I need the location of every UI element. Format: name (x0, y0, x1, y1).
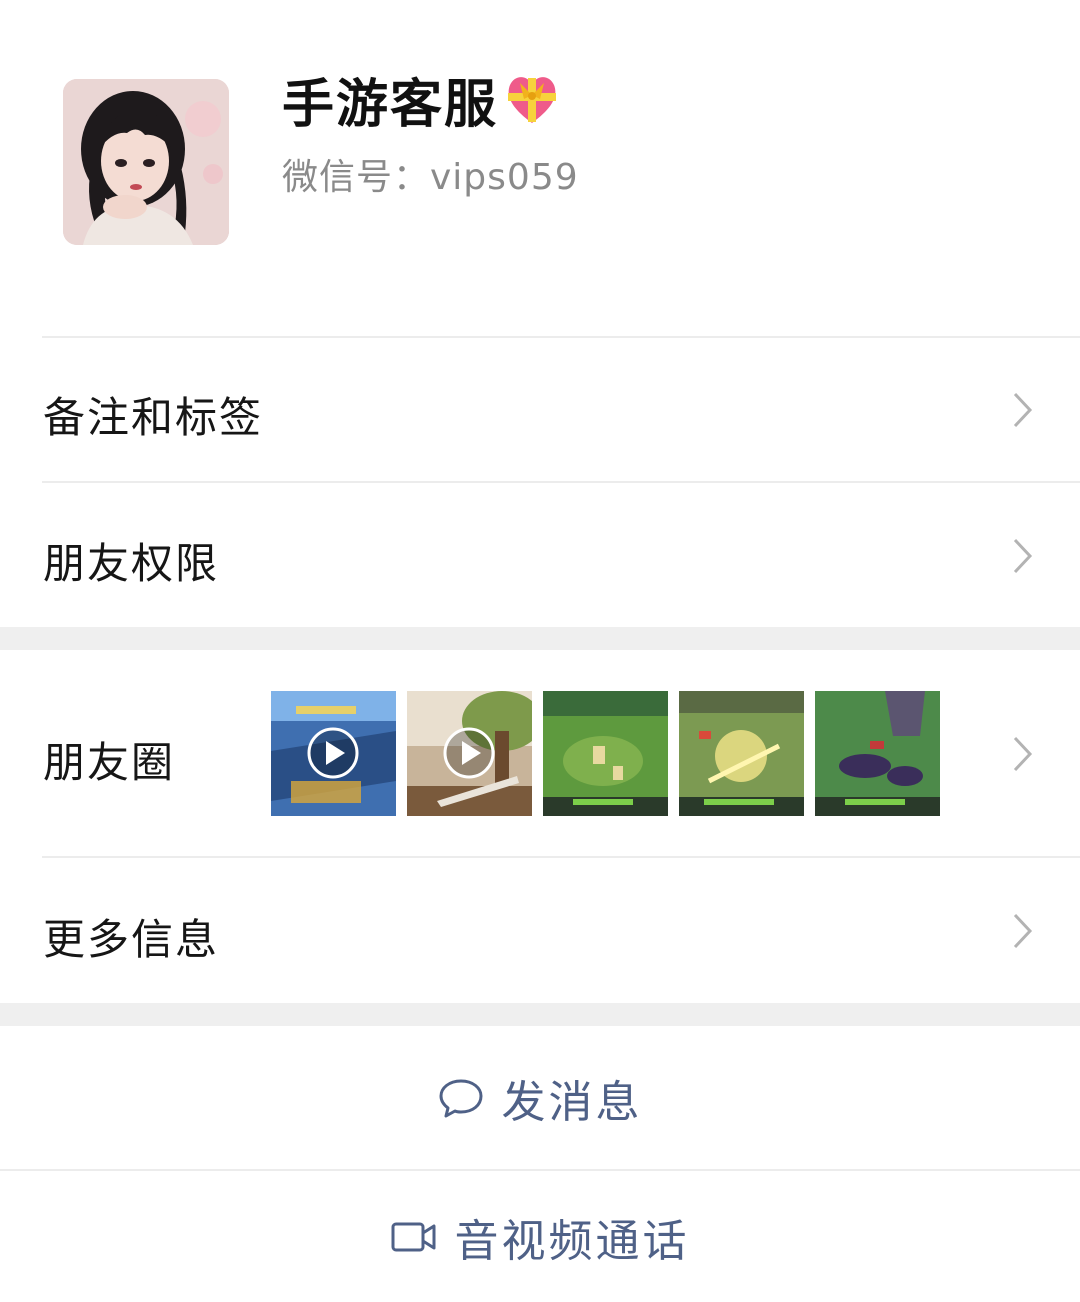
avatar-image (63, 79, 229, 245)
game-image-thumbnail (543, 691, 668, 816)
chevron-right-icon (1013, 913, 1033, 949)
moments-thumbnails (271, 691, 940, 816)
chat-bubble-icon (439, 1079, 482, 1117)
contact-name: 手游客服 (282, 74, 499, 135)
moments-label: 朋友圈 (43, 738, 176, 787)
chevron-right-icon (1013, 538, 1033, 574)
moment-thumbnail[interactable] (543, 691, 668, 816)
section-gap (0, 627, 1080, 650)
game-video-thumbnail (407, 691, 532, 816)
heart-ribbon-icon (508, 77, 557, 123)
friend-permissions-row[interactable]: 朋友权限 (0, 483, 1080, 627)
section-gap (0, 1003, 1080, 1026)
game-image-thumbnail (679, 691, 804, 816)
name-row: 手游客服 (282, 66, 562, 135)
moment-thumbnail[interactable] (815, 691, 940, 816)
permissions-label: 朋友权限 (43, 539, 220, 588)
avatar[interactable] (63, 79, 229, 245)
chevron-right-icon (1013, 736, 1033, 772)
more-info-label: 更多信息 (43, 915, 220, 964)
more-info-row[interactable]: 更多信息 (0, 858, 1080, 1003)
voice-video-call-label: 音视频通话 (454, 1215, 690, 1267)
send-message-button[interactable]: 发消息 (0, 1026, 1080, 1169)
remarks-and-tags-row[interactable]: 备注和标签 (0, 338, 1080, 481)
video-camera-icon (391, 1222, 435, 1251)
profile-header: 手游客服 微信号：vips059 (0, 0, 1080, 337)
game-image-thumbnail (815, 691, 940, 816)
game-video-thumbnail (271, 691, 396, 816)
remarks-label: 备注和标签 (43, 393, 264, 442)
moment-thumbnail[interactable] (407, 691, 532, 816)
moment-thumbnail[interactable] (271, 691, 396, 816)
voice-video-call-button[interactable]: 音视频通话 (0, 1171, 1080, 1302)
moment-thumbnail[interactable] (679, 691, 804, 816)
wechat-id: 微信号：vips059 (282, 157, 579, 198)
chevron-right-icon (1013, 392, 1033, 428)
send-message-label: 发消息 (501, 1076, 643, 1128)
